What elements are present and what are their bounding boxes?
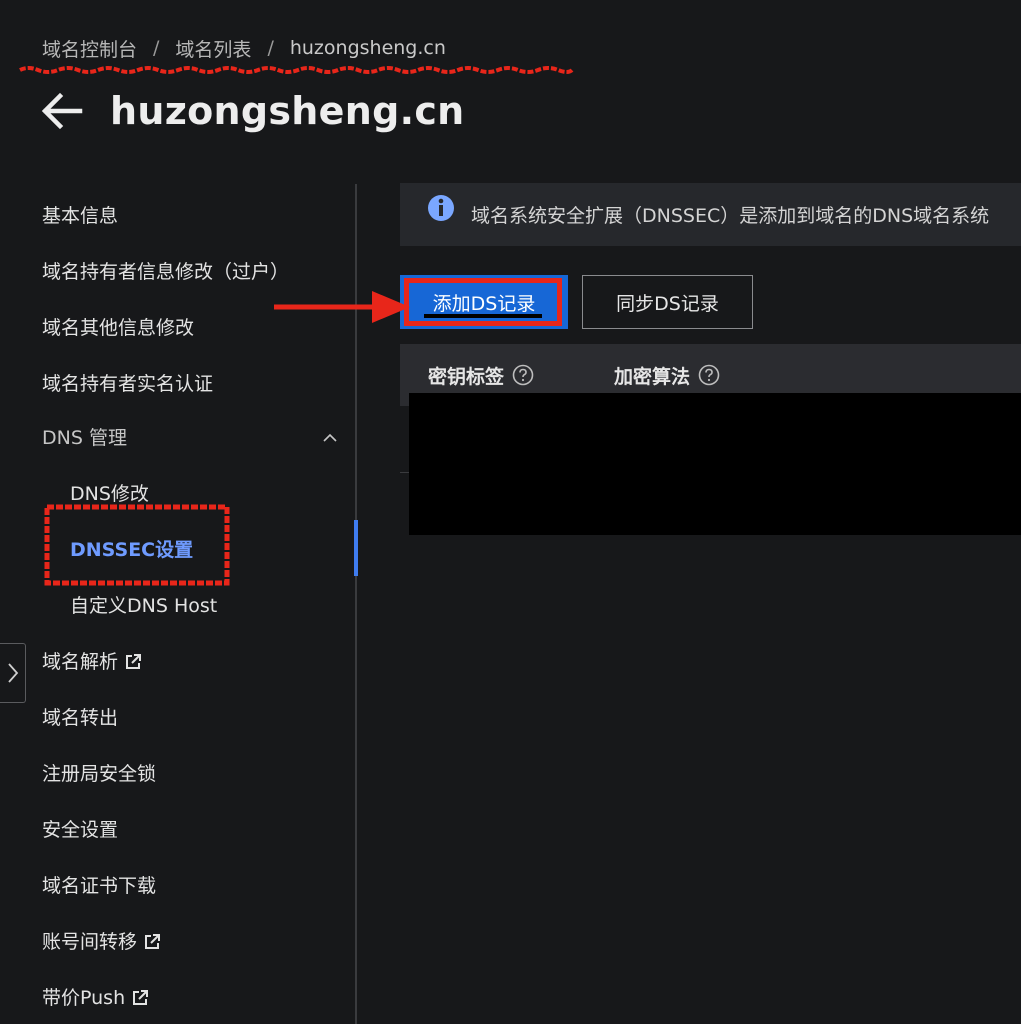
chevron-up-icon — [323, 433, 337, 442]
annotation-underline — [19, 66, 574, 74]
active-item-indicator — [354, 520, 358, 576]
sidebar-item-label: 域名持有者实名认证 — [42, 373, 214, 395]
info-icon — [428, 194, 454, 221]
sidebar-group-dns-management[interactable]: DNS 管理 — [42, 420, 338, 456]
annotation-arrow — [274, 291, 410, 323]
sidebar-item-label: 基本信息 — [42, 205, 119, 227]
sidebar-item-label: 域名解析 — [42, 651, 119, 673]
breadcrumb-domain-list[interactable]: 域名列表 — [175, 35, 251, 62]
question-circle-icon[interactable] — [512, 364, 534, 386]
sidebar-item-basic-info[interactable]: 基本信息 — [42, 198, 118, 234]
sidebar-item-certificate-download[interactable]: 域名证书下载 — [42, 868, 156, 904]
external-link-icon — [133, 990, 149, 1005]
dnssec-info-alert: 域名系统安全扩展（DNSSEC）是添加到域名的DNS域名系统 — [400, 183, 1021, 246]
sidebar-item-label: 域名其他信息修改 — [42, 317, 195, 339]
sidebar-item-label: 带价Push — [42, 987, 126, 1009]
sidebar-item-registry-lock[interactable]: 注册局安全锁 — [42, 756, 156, 792]
sidebar-item-custom-dns-host[interactable]: 自定义DNS Host — [70, 588, 217, 624]
sidebar-item-security-settings[interactable]: 安全设置 — [42, 812, 118, 848]
sidebar-item-label: 账号间转移 — [42, 931, 138, 953]
breadcrumb-current: huzongsheng.cn — [289, 37, 446, 59]
arrow-left-icon[interactable] — [40, 89, 84, 133]
sidebar-item-other-info[interactable]: 域名其他信息修改 — [42, 310, 194, 346]
annotation-box-add-ds — [404, 278, 562, 326]
breadcrumb-separator: / — [267, 37, 274, 59]
question-circle-icon[interactable] — [698, 364, 720, 386]
sidebar-item-owner-change[interactable]: 域名持有者信息修改（过户） — [42, 254, 289, 290]
sidebar-item-label: 自定义DNS Host — [70, 595, 218, 617]
external-link-icon — [126, 654, 142, 669]
sidebar-item-label: 安全设置 — [42, 819, 119, 841]
sidebar-group-label: DNS 管理 — [42, 427, 127, 449]
alert-text: 域名系统安全扩展（DNSSEC）是添加到域名的DNS域名系统 — [471, 205, 990, 227]
sidebar-item-dns-resolve[interactable]: 域名解析 — [42, 644, 142, 680]
sidebar-item-label: 域名证书下载 — [42, 875, 157, 897]
sync-ds-record-label: 同步DS记录 — [616, 292, 719, 315]
sidebar-item-label: 域名转出 — [42, 707, 119, 729]
breadcrumb-domain-console[interactable]: 域名控制台 — [42, 35, 137, 62]
column-label: 加密算法 — [614, 365, 691, 388]
sidebar-item-priced-push[interactable]: 带价Push — [42, 980, 149, 1016]
breadcrumb: 域名控制台 / 域名列表 / huzongsheng.cn — [42, 34, 446, 62]
sidebar-item-label: 注册局安全锁 — [42, 763, 157, 785]
page-title: huzongsheng.cn — [110, 89, 465, 133]
sync-ds-record-button[interactable]: 同步DS记录 — [582, 275, 753, 329]
column-label: 密钥标签 — [428, 365, 505, 388]
breadcrumb-separator: / — [153, 37, 160, 59]
redacted-table-content — [409, 393, 1021, 535]
sidebar-collapse-toggle[interactable] — [0, 643, 26, 703]
sidebar-item-transfer-out[interactable]: 域名转出 — [42, 700, 118, 736]
sidebar-item-real-name[interactable]: 域名持有者实名认证 — [42, 366, 213, 402]
chevron-right-icon — [7, 663, 18, 683]
page-header: huzongsheng.cn — [40, 86, 465, 136]
annotation-box-dnssec — [44, 504, 230, 586]
sidebar-item-account-transfer[interactable]: 账号间转移 — [42, 924, 161, 960]
sidebar-item-label: 域名持有者信息修改（过户） — [42, 261, 290, 283]
external-link-icon — [145, 934, 161, 949]
